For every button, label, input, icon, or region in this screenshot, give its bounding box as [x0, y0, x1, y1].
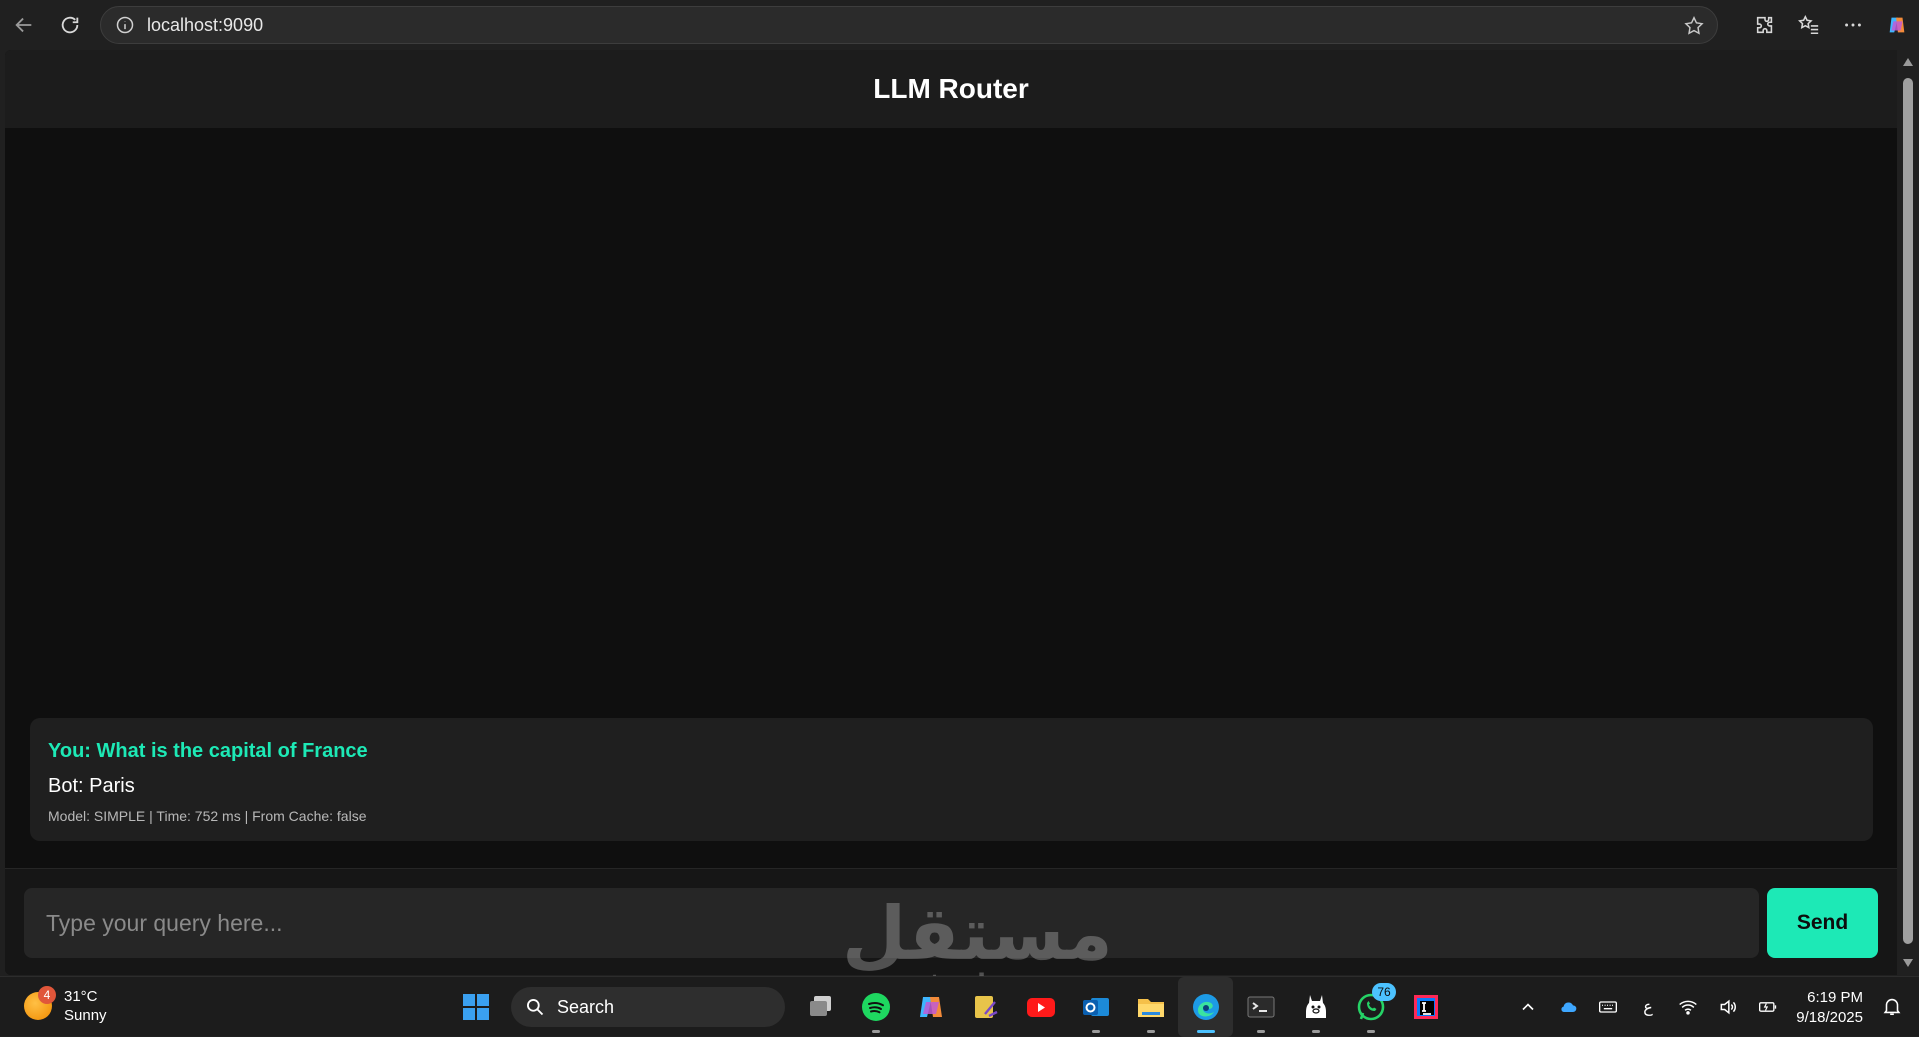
more-menu-button[interactable]	[1831, 3, 1875, 47]
snipping-tool-icon	[974, 996, 998, 1018]
favorites-button[interactable]	[1787, 3, 1831, 47]
address-bar[interactable]: localhost:9090	[100, 6, 1718, 44]
show-hidden-icons-button[interactable]	[1508, 987, 1548, 1027]
speaker-icon	[1720, 999, 1736, 1015]
search-icon	[527, 999, 544, 1016]
edge-app[interactable]	[1178, 977, 1233, 1037]
extensions-button[interactable]	[1743, 3, 1787, 47]
url-text: localhost:9090	[147, 14, 264, 35]
youtube-icon	[1026, 998, 1055, 1017]
battery-icon	[1759, 1002, 1777, 1012]
chevron-up-icon	[1522, 1003, 1534, 1011]
browser-toolbar: localhost:9090	[0, 0, 1919, 50]
back-button[interactable]	[4, 5, 44, 45]
task-view-icon	[809, 996, 831, 1016]
wifi-icon	[1679, 1000, 1697, 1015]
site-info-icon[interactable]	[115, 15, 135, 35]
copilot-button[interactable]	[1875, 3, 1919, 47]
copilot-app-icon	[919, 997, 942, 1017]
chat-history[interactable]: You: What is the capital of France Bot: …	[5, 128, 1897, 868]
user-message: You: What is the capital of France	[48, 740, 368, 762]
query-input[interactable]	[24, 888, 1759, 958]
terminal-icon	[1247, 996, 1274, 1018]
message-meta: Model: SIMPLE | Time: 752 ms | From Cach…	[48, 808, 367, 824]
puzzle-icon	[1756, 16, 1773, 34]
reload-button[interactable]	[50, 5, 90, 45]
weather-badge: 4	[38, 986, 56, 1004]
weather-condition: Sunny	[64, 1007, 107, 1024]
windows-logo-icon	[462, 994, 489, 1020]
spotify-icon	[861, 993, 890, 1021]
clock-time: 6:19 PM	[1807, 989, 1863, 1006]
edge-icon	[1192, 994, 1219, 1020]
favorites-list-icon	[1798, 14, 1819, 35]
search-label: Search	[557, 996, 615, 1017]
start-button[interactable]	[448, 977, 503, 1037]
more-dots-icon	[1845, 23, 1861, 27]
outlook-icon	[1082, 998, 1109, 1016]
intellij-icon	[1413, 995, 1438, 1019]
page-title: LLM Router	[873, 73, 1029, 104]
favorite-star-icon[interactable]	[1683, 15, 1705, 37]
system-clock[interactable]: 6:19 PM 9/18/2025	[1796, 988, 1863, 1028]
scrollbar-thumb[interactable]	[1903, 78, 1913, 944]
youtube-app[interactable]	[1013, 977, 1068, 1037]
folder-icon	[1137, 999, 1164, 1017]
copilot-app[interactable]	[903, 977, 958, 1037]
scroll-down-arrow-icon[interactable]	[1903, 959, 1913, 967]
composer-bar: Send	[5, 868, 1897, 975]
volume-button[interactable]	[1708, 987, 1748, 1027]
file-explorer-app[interactable]	[1123, 977, 1178, 1037]
terminal-app[interactable]	[1233, 977, 1288, 1037]
back-arrow-icon	[15, 17, 32, 33]
app-header: LLM Router	[5, 50, 1897, 128]
sun-icon: 4	[24, 986, 56, 1020]
notification-bell-icon[interactable]	[1881, 995, 1903, 1017]
touch-keyboard-button[interactable]	[1588, 987, 1628, 1027]
task-view-button[interactable]	[793, 977, 848, 1037]
weather-temperature: 31°C	[64, 988, 98, 1005]
copilot-icon	[1889, 17, 1905, 33]
battery-button[interactable]	[1748, 987, 1788, 1027]
outlook-app[interactable]	[1068, 977, 1123, 1037]
page-viewport: LLM Router You: What is the capital of F…	[5, 50, 1897, 975]
whatsapp-unread-badge: 76	[1372, 983, 1396, 1001]
ollama-app[interactable]	[1288, 977, 1343, 1037]
weather-widget[interactable]: 4 31°C Sunny	[24, 986, 107, 1025]
clock-date: 9/18/2025	[1796, 1009, 1863, 1026]
cloud-icon	[1561, 1002, 1577, 1012]
onedrive-button[interactable]	[1548, 987, 1588, 1027]
keyboard-icon	[1599, 1001, 1617, 1013]
chat-message-card: You: What is the capital of France Bot: …	[30, 718, 1873, 841]
scroll-up-arrow-icon[interactable]	[1903, 58, 1913, 66]
taskbar: 4 31°C Sunny Search 76 ع 6:19 PM 9/18/20…	[0, 976, 1919, 1037]
whatsapp-app[interactable]: 76	[1343, 977, 1398, 1037]
taskbar-search[interactable]: Search	[511, 987, 785, 1027]
llama-icon	[1305, 995, 1326, 1018]
send-button[interactable]: Send	[1767, 888, 1878, 958]
snipping-tool-app[interactable]	[958, 977, 1013, 1037]
intellij-app[interactable]	[1398, 977, 1453, 1037]
wifi-button[interactable]	[1668, 987, 1708, 1027]
spotify-app[interactable]	[848, 977, 903, 1037]
input-language-button[interactable]: ع	[1628, 987, 1668, 1027]
reload-icon	[61, 16, 79, 34]
page-scrollbar[interactable]	[1897, 50, 1919, 975]
bot-message: Bot: Paris	[48, 775, 135, 797]
